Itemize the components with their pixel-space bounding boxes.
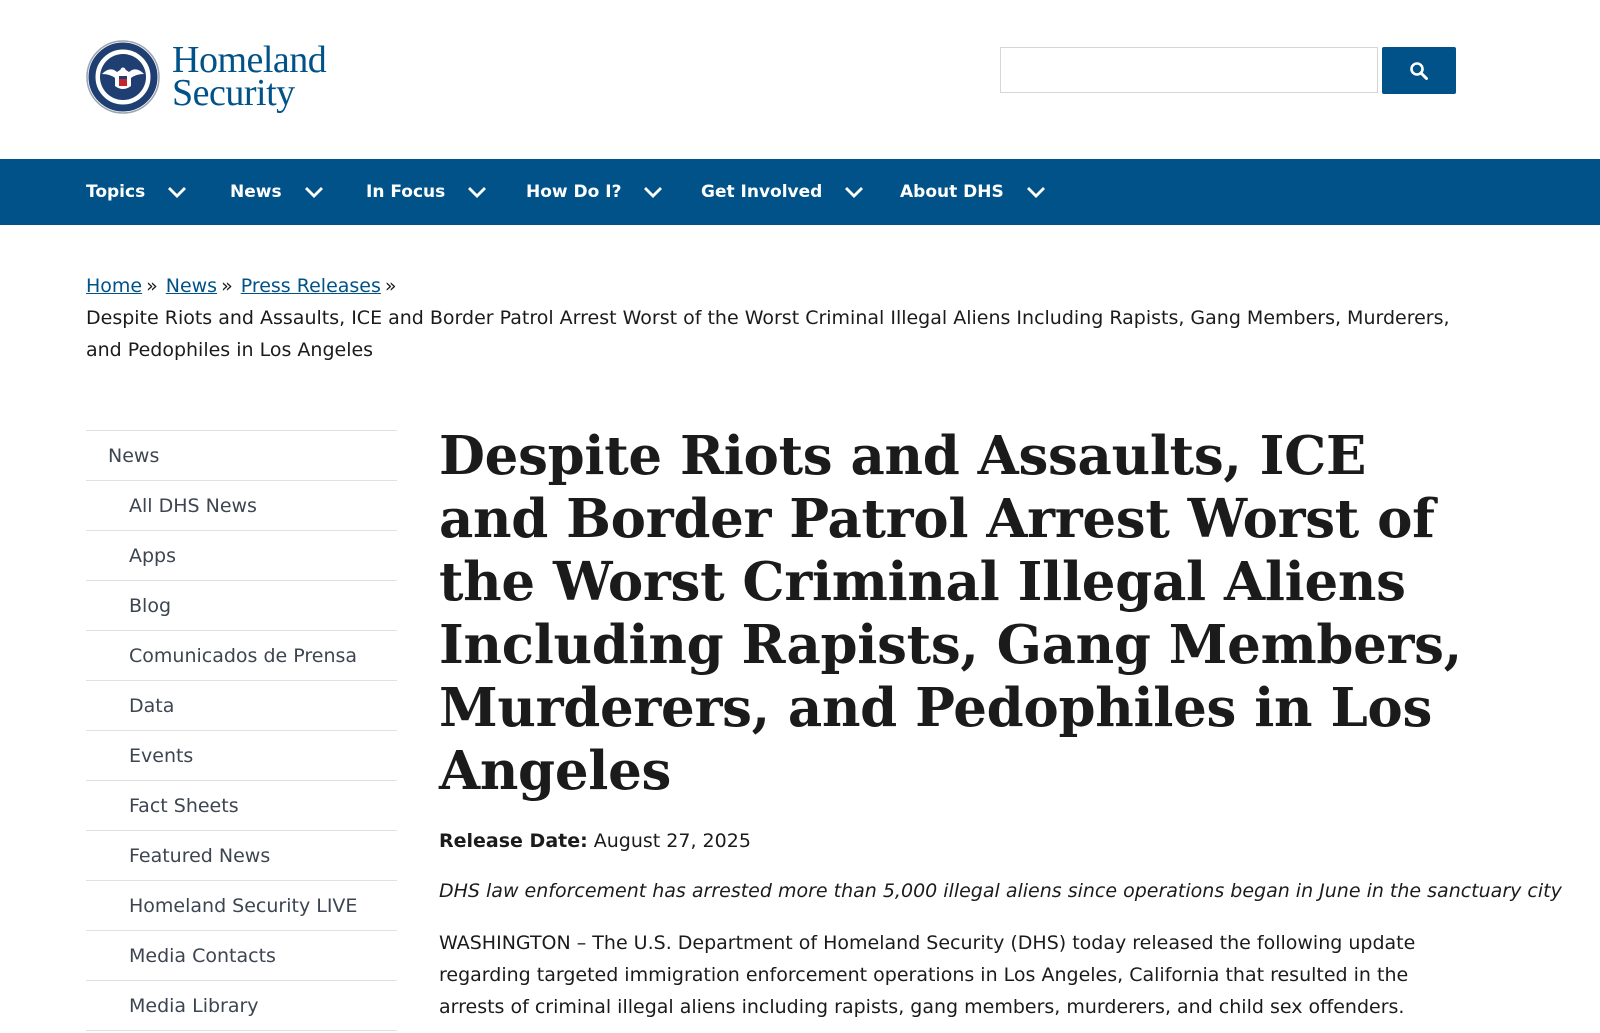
- nav-label: News: [230, 182, 282, 202]
- nav-label: In Focus: [366, 182, 446, 202]
- article-subtitle: DHS law enforcement has arrested more th…: [439, 880, 1562, 902]
- search-icon: [1410, 61, 1428, 80]
- breadcrumb-press-releases-link[interactable]: Press Releases: [241, 275, 381, 297]
- chevron-down-icon: [1026, 187, 1045, 198]
- breadcrumb-home-link[interactable]: Home: [86, 275, 142, 297]
- nav-label: About DHS: [900, 182, 1004, 202]
- nav-label: Get Involved: [701, 182, 823, 202]
- article: Despite Riots and Assaults, ICE and Bord…: [439, 425, 1562, 1023]
- sidebar-item-homeland-security-live[interactable]: Homeland Security LIVE: [86, 881, 397, 931]
- search-button[interactable]: [1382, 47, 1456, 94]
- breadcrumb-current-page: Despite Riots and Assaults, ICE and Bord…: [86, 307, 1450, 361]
- release-date-value: August 27, 2025: [593, 830, 751, 852]
- sidebar-item-comunicados[interactable]: Comunicados de Prensa: [86, 631, 397, 681]
- sidebar-item-blog[interactable]: Blog: [86, 581, 397, 631]
- nav-label: Topics: [86, 182, 146, 202]
- main-nav: Topics News In Focus How Do I? Get Invol…: [0, 159, 1600, 225]
- search-input[interactable]: [1000, 47, 1378, 93]
- sidebar-item-fact-sheets[interactable]: Fact Sheets: [86, 781, 397, 831]
- logo-line-2: Security: [172, 72, 295, 114]
- sidebar-item-media-contacts[interactable]: Media Contacts: [86, 931, 397, 981]
- nav-item-get-involved[interactable]: Get Involved: [701, 159, 864, 225]
- chevron-down-icon: [468, 187, 487, 198]
- dhs-seal-icon: [86, 40, 160, 114]
- chevron-down-icon: [304, 187, 323, 198]
- page-title: Despite Riots and Assaults, ICE and Bord…: [439, 425, 1462, 802]
- nav-item-about-dhs[interactable]: About DHS: [900, 159, 1046, 225]
- sidebar-item-media-library[interactable]: Media Library: [86, 981, 397, 1031]
- breadcrumb-separator: »: [384, 275, 397, 297]
- release-date-label: Release Date:: [439, 830, 588, 852]
- breadcrumb-news-link[interactable]: News: [166, 275, 217, 297]
- sidebar-item-data[interactable]: Data: [86, 681, 397, 731]
- logo-wordmark: Homeland Security: [172, 41, 327, 114]
- sidebar-item-featured-news[interactable]: Featured News: [86, 831, 397, 881]
- nav-item-topics[interactable]: Topics: [86, 159, 187, 225]
- chevron-down-icon: [845, 187, 864, 198]
- chevron-down-icon: [644, 187, 663, 198]
- article-body: WASHINGTON – The U.S. Department of Home…: [439, 932, 1416, 1018]
- nav-label: How Do I?: [526, 182, 622, 202]
- site-header: Homeland Security: [0, 0, 1600, 159]
- sidebar-item-events[interactable]: Events: [86, 731, 397, 781]
- dhs-logo[interactable]: Homeland Security: [86, 40, 327, 114]
- sidebar-item-news[interactable]: News: [86, 431, 397, 481]
- nav-item-in-focus[interactable]: In Focus: [366, 159, 487, 225]
- breadcrumb-separator: »: [221, 275, 233, 297]
- sidebar-nav: News All DHS News Apps Blog Comunicados …: [86, 430, 397, 1031]
- sidebar-item-apps[interactable]: Apps: [86, 531, 397, 581]
- chevron-down-icon: [168, 187, 187, 198]
- breadcrumb-separator: »: [146, 275, 158, 297]
- nav-item-how-do-i[interactable]: How Do I?: [526, 159, 663, 225]
- release-date: Release Date: August 27, 2025: [439, 827, 1479, 855]
- breadcrumb: Home» News» Press Releases» Despite Riots …: [86, 270, 1486, 366]
- nav-item-news[interactable]: News: [230, 159, 324, 225]
- sidebar-item-all-dhs-news[interactable]: All DHS News: [86, 481, 397, 531]
